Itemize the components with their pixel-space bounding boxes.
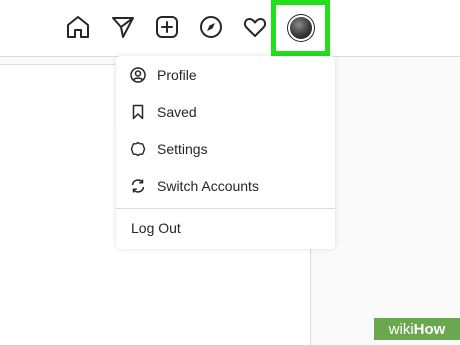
switch-icon [130, 178, 146, 194]
left-panel [0, 64, 115, 130]
avatar-highlight [271, 0, 330, 56]
menu-item-label: Settings [157, 141, 208, 157]
menu-item-settings[interactable]: Settings [116, 132, 335, 166]
wikihow-watermark: wiki How [374, 318, 460, 340]
settings-icon [130, 141, 146, 157]
menu-item-label: Profile [157, 67, 197, 83]
top-navigation-bar [0, 0, 460, 57]
menu-item-log-out[interactable]: Log Out [116, 211, 335, 245]
menu-item-saved[interactable]: Saved [116, 95, 335, 129]
menu-divider [116, 208, 335, 209]
explore-icon[interactable] [198, 14, 224, 40]
new-post-icon[interactable] [154, 14, 180, 40]
watermark-wiki: wiki [388, 320, 414, 338]
direct-icon[interactable] [110, 14, 136, 40]
bookmark-icon [130, 104, 146, 120]
log-out-label: Log Out [131, 220, 181, 236]
activity-icon[interactable] [242, 14, 268, 40]
menu-item-label: Saved [157, 104, 197, 120]
menu-item-label: Switch Accounts [157, 178, 259, 194]
menu-item-switch-accounts[interactable]: Switch Accounts [116, 169, 335, 203]
home-icon[interactable] [65, 14, 91, 40]
profile-icon [130, 67, 146, 83]
profile-dropdown-menu: Profile Saved Settings Switch Accounts L… [116, 56, 335, 249]
menu-item-profile[interactable]: Profile [116, 58, 335, 92]
watermark-how: How [413, 320, 446, 338]
profile-avatar[interactable] [290, 17, 312, 39]
